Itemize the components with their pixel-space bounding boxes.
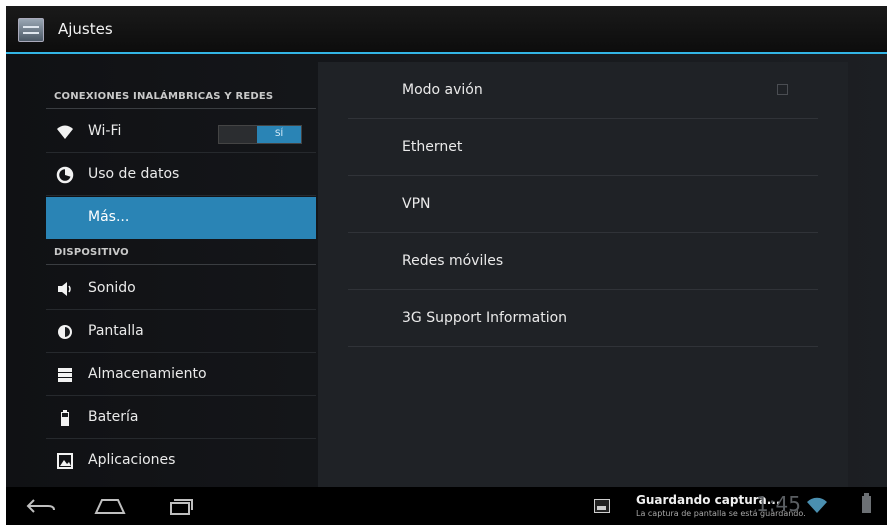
sidebar-item-label: Uso de datos [88,166,180,182]
sidebar-item-more[interactable]: Más... [46,197,316,239]
setting-vpn[interactable]: VPN [348,176,818,233]
item-divider [348,346,818,347]
setting-label: Modo avión [402,82,483,98]
sidebar-item-battery[interactable]: Batería [46,397,316,439]
wifi-signal-icon [806,497,828,517]
home-icon [94,499,126,514]
item-divider [46,195,316,196]
sidebar-item-label: Pantalla [88,323,144,339]
sidebar-item-label: Batería [88,409,139,425]
item-divider [46,152,316,153]
sidebar-item-display[interactable]: Pantalla [46,311,316,353]
setting-label: Ethernet [402,139,463,155]
recent-apps-button[interactable] [162,496,198,516]
data-usage-icon [56,166,74,184]
section-header-device: DISPOSITIVO [46,241,316,265]
item-divider [46,309,316,310]
wifi-toggle-on: SÍ [257,126,301,143]
sidebar-item-label: Aplicaciones [88,452,176,468]
sidebar-item-label: Almacenamiento [88,366,207,382]
sidebar-item-data-usage[interactable]: Uso de datos [46,154,316,196]
sidebar-item-label: Más... [88,209,130,225]
brightness-icon [56,323,74,341]
speaker-icon [56,280,74,298]
sidebar-item-storage[interactable]: Almacenamiento [46,354,316,396]
section-header-wireless: CONEXIONES INALÁMBRICAS Y REDES [46,54,316,109]
settings-sidebar: CONEXIONES INALÁMBRICAS Y REDES Wi-Fi SÍ [46,54,316,487]
setting-3g-support[interactable]: 3G Support Information [348,290,818,347]
recent-apps-icon [170,499,193,515]
apps-icon [56,452,74,470]
back-button[interactable] [22,496,58,516]
storage-icon [56,366,74,384]
item-divider [46,438,316,439]
section-header-label: CONEXIONES INALÁMBRICAS Y REDES [54,91,274,102]
battery-icon [56,409,74,427]
sidebar-item-label: Wi-Fi [88,123,122,139]
settings-app-icon[interactable] [18,18,44,42]
battery-status-icon [862,493,871,513]
sidebar-item-sound[interactable]: Sonido [46,268,316,310]
detail-pane: Modo avión Ethernet VPN Redes móviles 3G… [318,62,848,487]
wifi-toggle[interactable]: SÍ [218,125,302,144]
screen: Ajustes CONEXIONES INALÁMBRICAS Y REDES … [6,6,887,525]
sidebar-item-label: Sonido [88,280,136,296]
item-divider [46,352,316,353]
setting-ethernet[interactable]: Ethernet [348,119,818,176]
setting-label: VPN [402,196,431,212]
system-bar: Guardando captura... La captura de panta… [6,487,887,525]
sidebar-item-wifi[interactable]: Wi-Fi SÍ [46,111,316,153]
setting-label: 3G Support Information [402,310,568,326]
content-area: CONEXIONES INALÁMBRICAS Y REDES Wi-Fi SÍ [6,54,887,487]
section-header-label: DISPOSITIVO [54,247,129,258]
sidebar-item-apps[interactable]: Aplicaciones [46,440,316,482]
section-divider [46,108,316,109]
airplane-mode-checkbox[interactable] [777,84,788,95]
wifi-icon [56,123,74,141]
screenshot-notification-icon[interactable] [594,499,610,513]
status-clock: 1:45 [756,492,801,516]
app-title: Ajustes [58,20,113,38]
section-divider [46,264,316,265]
setting-label: Redes móviles [402,253,504,269]
back-icon [26,499,55,513]
item-divider [46,395,316,396]
setting-mobile-networks[interactable]: Redes móviles [348,233,818,290]
action-bar: Ajustes [6,6,887,54]
setting-airplane-mode[interactable]: Modo avión [348,62,818,119]
home-button[interactable] [92,496,128,516]
